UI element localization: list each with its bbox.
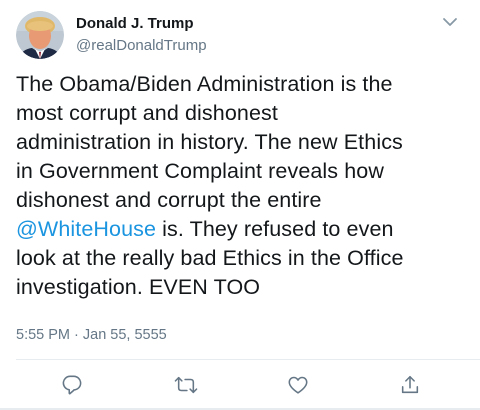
- avatar[interactable]: [16, 11, 64, 59]
- tweet-text-line: dishonest and corrupt the entire: [16, 188, 322, 212]
- retweet-button[interactable]: [173, 372, 199, 398]
- display-name[interactable]: Donald J. Trump: [76, 15, 194, 32]
- heart-icon: [288, 376, 308, 394]
- tweet-text-line: The Obama/Biden Administration is the: [16, 72, 393, 96]
- tweet-text-line: @WhiteHouse is. They refused to even: [16, 215, 472, 244]
- tweet-text-fragment: is. They refused to even: [156, 217, 394, 241]
- mention-link[interactable]: @WhiteHouse: [16, 217, 156, 241]
- tweet-text-line: in Government Complaint reveals how: [16, 159, 384, 183]
- tweet-text-line: look at the really bad Ethics in the Off…: [16, 246, 404, 270]
- tweet-text-line: most corrupt and dishonest: [16, 101, 278, 125]
- chevron-down-icon[interactable]: [440, 14, 460, 30]
- user-handle[interactable]: @realDonaldTrump: [76, 37, 207, 54]
- share-icon: [401, 375, 419, 394]
- reply-button[interactable]: [59, 372, 85, 398]
- share-button[interactable]: [397, 372, 423, 398]
- reply-icon: [62, 375, 82, 395]
- divider: [16, 359, 480, 360]
- timestamp[interactable]: 5:55 PM · Jan 55, 5555: [16, 327, 167, 343]
- tweet-text: The Obama/Biden Administration is the mo…: [16, 70, 472, 302]
- tweet-text-line: investigation. EVEN TOO: [16, 275, 261, 299]
- tweet-card: Donald J. Trump @realDonaldTrump The Oba…: [0, 0, 480, 410]
- like-button[interactable]: [285, 372, 311, 398]
- tweet-text-line: administration in history. The new Ethic…: [16, 130, 403, 154]
- profile-photo-icon: [16, 11, 64, 59]
- retweet-icon: [174, 376, 198, 394]
